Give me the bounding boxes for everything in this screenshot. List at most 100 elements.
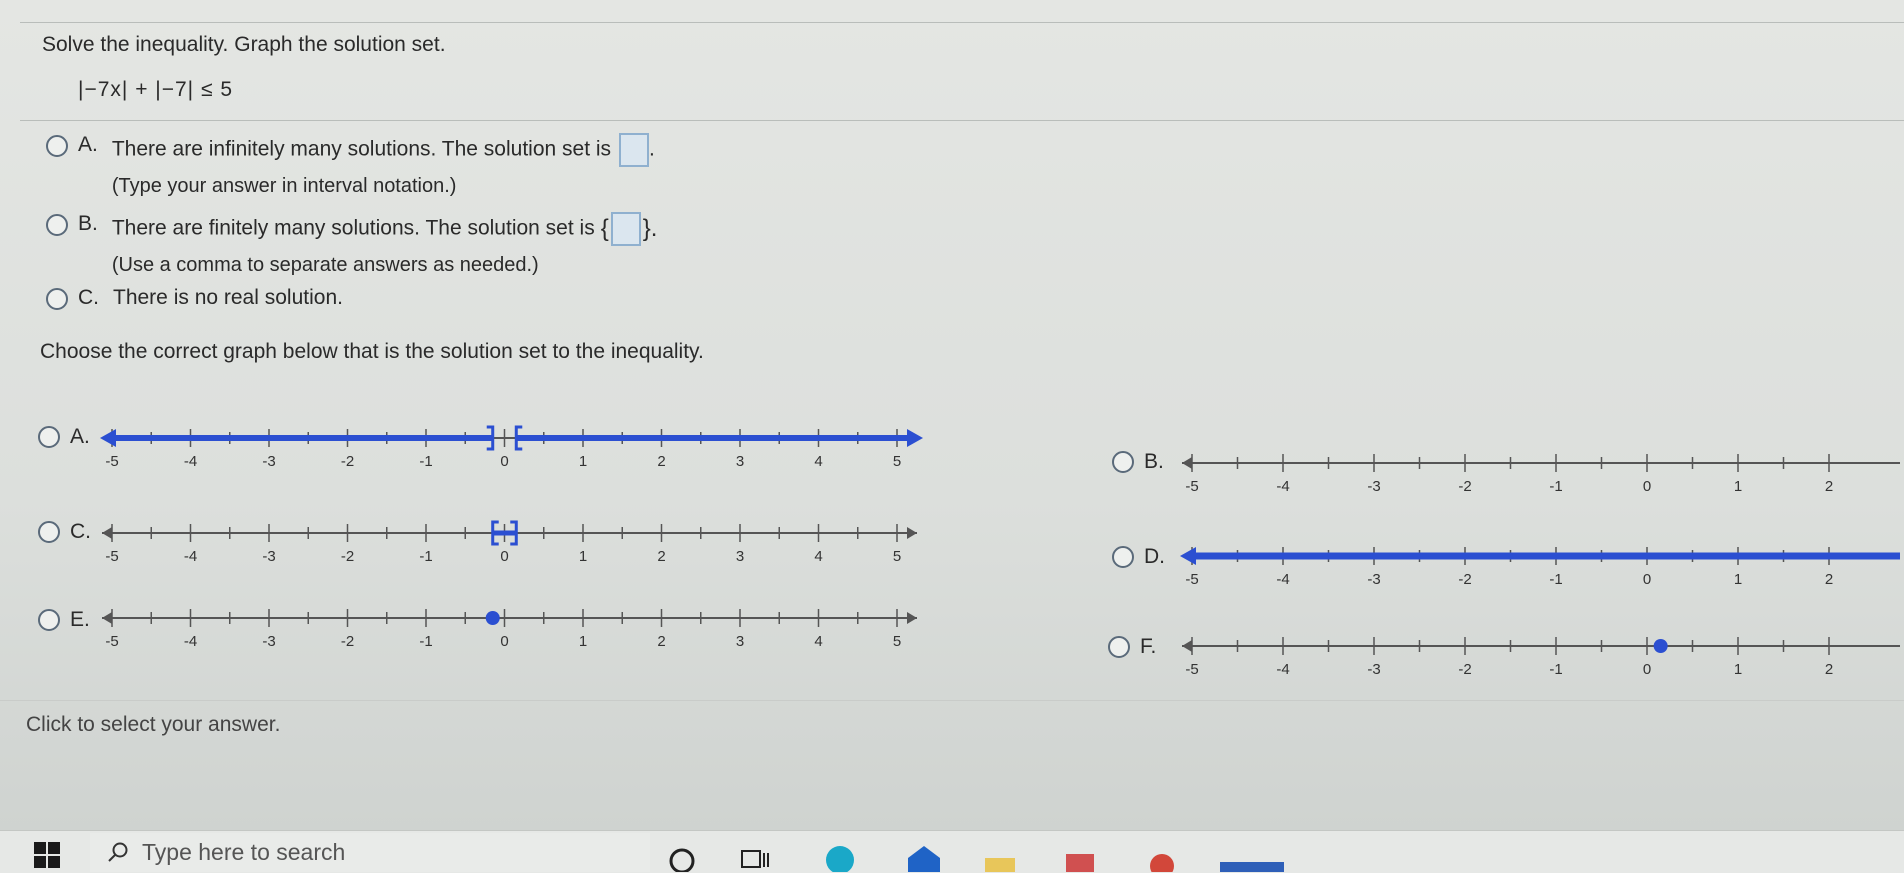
tick-label: 1: [579, 548, 587, 565]
graph-choice-c[interactable]: C.: [38, 520, 105, 544]
tick-label: -3: [262, 453, 275, 470]
tick-label: -4: [1276, 571, 1289, 588]
choice-a-radio[interactable]: [46, 135, 68, 157]
inequality-expression: |−7x| + |−7| ≤ 5: [78, 78, 234, 101]
task-view-icon[interactable]: [740, 845, 772, 872]
tick-label: 4: [814, 633, 822, 650]
tick-label: 0: [1643, 571, 1651, 588]
graph-choice-b[interactable]: B.: [1112, 450, 1178, 474]
top-divider: [20, 22, 1904, 23]
tick-label: 1: [1734, 661, 1742, 678]
edge-browser-icon[interactable]: [820, 842, 860, 872]
tick-label: -1: [1549, 661, 1562, 678]
graph-choice-e[interactable]: E.: [38, 608, 104, 632]
tick-label: -3: [1367, 478, 1380, 495]
tick-label: -2: [1458, 571, 1471, 588]
graph-d-letter: D.: [1144, 545, 1165, 568]
tick-label: 5: [893, 453, 901, 470]
solution-point: [485, 611, 500, 625]
tick-label: -3: [262, 548, 275, 565]
axis-right-arrow: [907, 612, 917, 624]
tick-label: -1: [1549, 571, 1562, 588]
graph-f-radio[interactable]: [1108, 636, 1130, 658]
tick-label: 2: [657, 453, 665, 470]
choice-b-radio[interactable]: [46, 214, 68, 236]
choice-a[interactable]: A. There are infinitely many solutions. …: [46, 133, 655, 198]
graph-choice-d[interactable]: D.: [1112, 545, 1179, 569]
tick-label: -4: [1276, 478, 1289, 495]
choice-a-text: There are infinitely many solutions. The…: [111, 137, 612, 161]
tick-label: 5: [893, 548, 901, 565]
graph-choice-f[interactable]: F.: [1108, 635, 1170, 659]
tick-label: 3: [736, 548, 744, 565]
axis-left-arrow: [1182, 457, 1192, 469]
tick-label: 1: [1734, 571, 1742, 588]
number-line-b: -5 -4 -3 -2 -1 0 1 2: [1182, 454, 1900, 495]
number-line-d: -5 -4 -3 -2 -1 0 1 2: [1180, 547, 1900, 588]
tick-label: -5: [1185, 571, 1198, 588]
number-line-e: -5 -4 -3 -2 -1 0 1 2 3 4 5: [102, 609, 917, 650]
graph-a-radio[interactable]: [38, 426, 60, 448]
tick-label: -2: [1458, 478, 1471, 495]
tick-label: 1: [579, 633, 587, 650]
cortana-icon[interactable]: [668, 845, 696, 872]
tick-label: 5: [893, 633, 901, 650]
tick-label: -4: [1276, 661, 1289, 678]
graph-choice-a[interactable]: A.: [38, 425, 104, 449]
choice-b-answer-box[interactable]: [610, 212, 641, 246]
tick-label: 0: [500, 548, 508, 565]
tick-label: 1: [1734, 478, 1742, 495]
tick-label: -5: [105, 453, 118, 470]
choice-c-letter: C.: [78, 286, 99, 309]
choice-a-period: .: [649, 137, 655, 161]
chrome-browser-icon[interactable]: [1148, 852, 1176, 872]
tick-label: 0: [500, 453, 508, 470]
graph-e-radio[interactable]: [38, 609, 60, 631]
number-line-a: -5 -4 -3 -2 -1 0 1 2 3 4 5: [100, 425, 923, 470]
choice-b-hint: (Use a comma to separate answers as need…: [111, 254, 539, 276]
tick-label: 2: [657, 633, 665, 650]
tick-label: -1: [1549, 478, 1562, 495]
search-placeholder: Type here to search: [142, 839, 346, 865]
tick-label: -2: [341, 453, 354, 470]
taskbar-search-box[interactable]: Type here to search: [90, 833, 650, 872]
graph-e-letter: E.: [70, 608, 90, 631]
mail-app-icon[interactable]: [904, 842, 944, 872]
tick-label: -2: [341, 633, 354, 650]
choice-a-answer-box[interactable]: [619, 133, 650, 167]
question-page: Solve the inequality. Graph the solution…: [0, 0, 1904, 830]
tick-label: -2: [341, 548, 354, 565]
graph-b-letter: B.: [1144, 450, 1164, 473]
axis-left-arrow: [102, 527, 112, 539]
tick-label: -2: [1458, 661, 1471, 678]
tick-label: 2: [1825, 571, 1833, 588]
tick-label: -5: [105, 633, 118, 650]
tick-label: -1: [419, 453, 432, 470]
word-app-icon[interactable]: [1220, 860, 1284, 872]
graph-a-letter: A.: [70, 425, 90, 448]
graph-prompt: Choose the correct graph below that is t…: [40, 340, 704, 363]
tick-label: -1: [419, 633, 432, 650]
choice-a-letter: A.: [78, 133, 98, 156]
tick-label: 2: [1825, 661, 1833, 678]
windows-start-icon[interactable]: [34, 842, 60, 868]
choice-c[interactable]: C. There is no real solution.: [46, 286, 343, 310]
graph-b-radio[interactable]: [1112, 451, 1134, 473]
tick-label: 3: [736, 453, 744, 470]
store-app-icon[interactable]: [1060, 850, 1100, 872]
tick-label: -5: [105, 548, 118, 565]
solution-left-arrow: [1180, 547, 1196, 565]
tick-label: 1: [579, 453, 587, 470]
graph-c-radio[interactable]: [38, 521, 60, 543]
choice-c-radio[interactable]: [46, 288, 68, 310]
tick-label: -5: [1185, 661, 1198, 678]
tick-label: -1: [419, 548, 432, 565]
number-line-c: -5 -4 -3 -2 -1 0 1 2 3 4 5: [102, 520, 917, 565]
graph-d-radio[interactable]: [1112, 546, 1134, 568]
choice-b[interactable]: B. There are finitely many solutions. Th…: [46, 212, 657, 277]
status-message: Click to select your answer.: [26, 713, 281, 736]
graph-f-letter: F.: [1140, 635, 1157, 658]
file-explorer-icon[interactable]: [985, 856, 1015, 872]
tick-label: 4: [814, 548, 822, 565]
tick-label: 3: [736, 633, 744, 650]
